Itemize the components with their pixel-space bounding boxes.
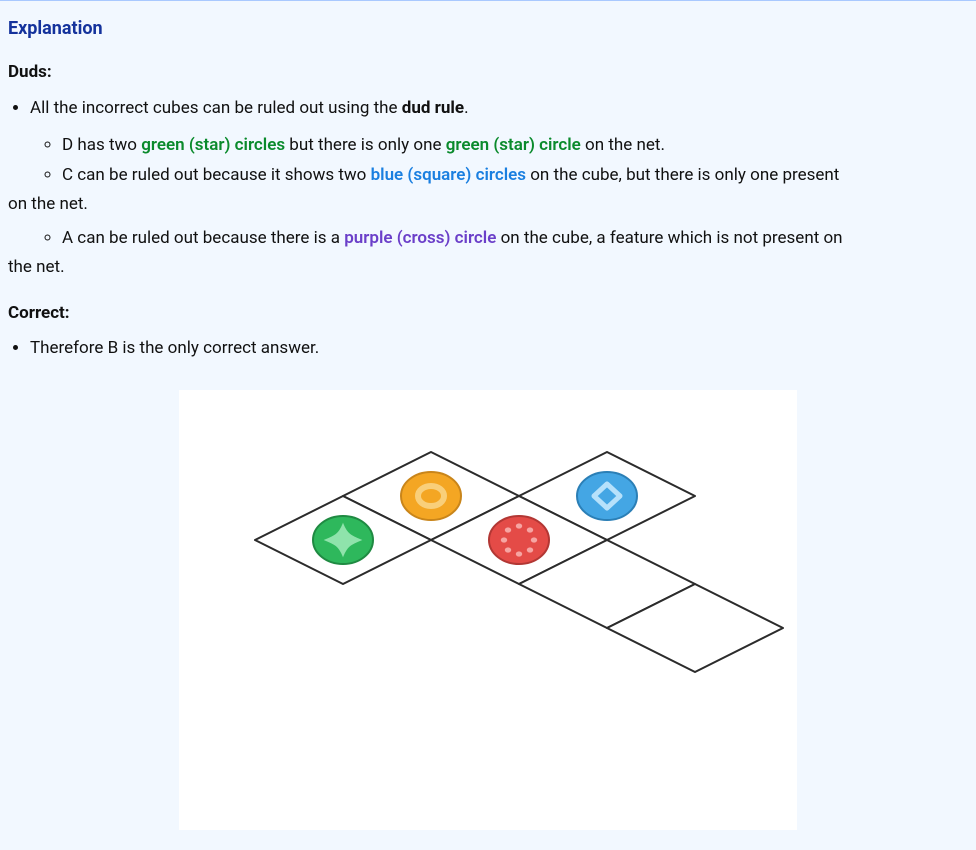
explanation-panel: Explanation Duds: All the incorrect cube…	[0, 0, 976, 850]
duds-item-c-cont: on the net.	[8, 192, 968, 218]
correct-item: Therefore B is the only correct answer.	[30, 336, 968, 362]
correct-heading: Correct:	[8, 301, 968, 327]
duds-heading: Duds:	[8, 60, 968, 86]
duds-item-c: C can be ruled out because it shows two …	[62, 163, 968, 189]
green-text: green (star) circles	[141, 135, 285, 155]
duds-item-a: A can be ruled out because there is a pu…	[62, 226, 968, 252]
text: on the cube, but there is only one prese…	[526, 165, 839, 185]
section-title: Explanation	[8, 15, 968, 42]
text: D has two	[62, 135, 141, 155]
orange-circle-icon	[401, 472, 461, 520]
text: on the net.	[581, 135, 665, 155]
text: A can be ruled out because there is a	[62, 228, 344, 248]
cube-net-svg	[179, 390, 797, 830]
text: on the cube, a feature which is not pres…	[496, 228, 842, 248]
figure-wrap	[8, 390, 968, 830]
text: but there is only one	[285, 135, 446, 155]
blue-circle-icon	[577, 472, 637, 520]
duds-intro-after: .	[464, 98, 468, 118]
duds-sub-list-c: C can be ruled out because it shows two …	[8, 163, 968, 189]
purple-text: purple (cross) circle	[344, 228, 496, 248]
duds-intro-bold: dud rule	[402, 98, 464, 118]
duds-intro-item: All the incorrect cubes can be ruled out…	[30, 96, 968, 122]
text: C can be ruled out because it shows two	[62, 165, 371, 185]
duds-sub-list-a: A can be ruled out because there is a pu…	[8, 226, 968, 252]
green-text: green (star) circle	[446, 135, 581, 155]
duds-item-a-cont: the net.	[8, 255, 968, 281]
green-circle-icon	[313, 516, 373, 564]
duds-sub-list-d: D has two green (star) circles but there…	[8, 133, 968, 159]
duds-intro-before: All the incorrect cubes can be ruled out…	[30, 98, 402, 118]
duds-item-d: D has two green (star) circles but there…	[62, 133, 968, 159]
cube-net-figure	[179, 390, 797, 830]
blue-text: blue (square) circles	[371, 165, 526, 185]
duds-intro-list: All the incorrect cubes can be ruled out…	[8, 96, 968, 122]
red-circle-icon	[489, 516, 549, 564]
correct-list: Therefore B is the only correct answer.	[8, 336, 968, 362]
